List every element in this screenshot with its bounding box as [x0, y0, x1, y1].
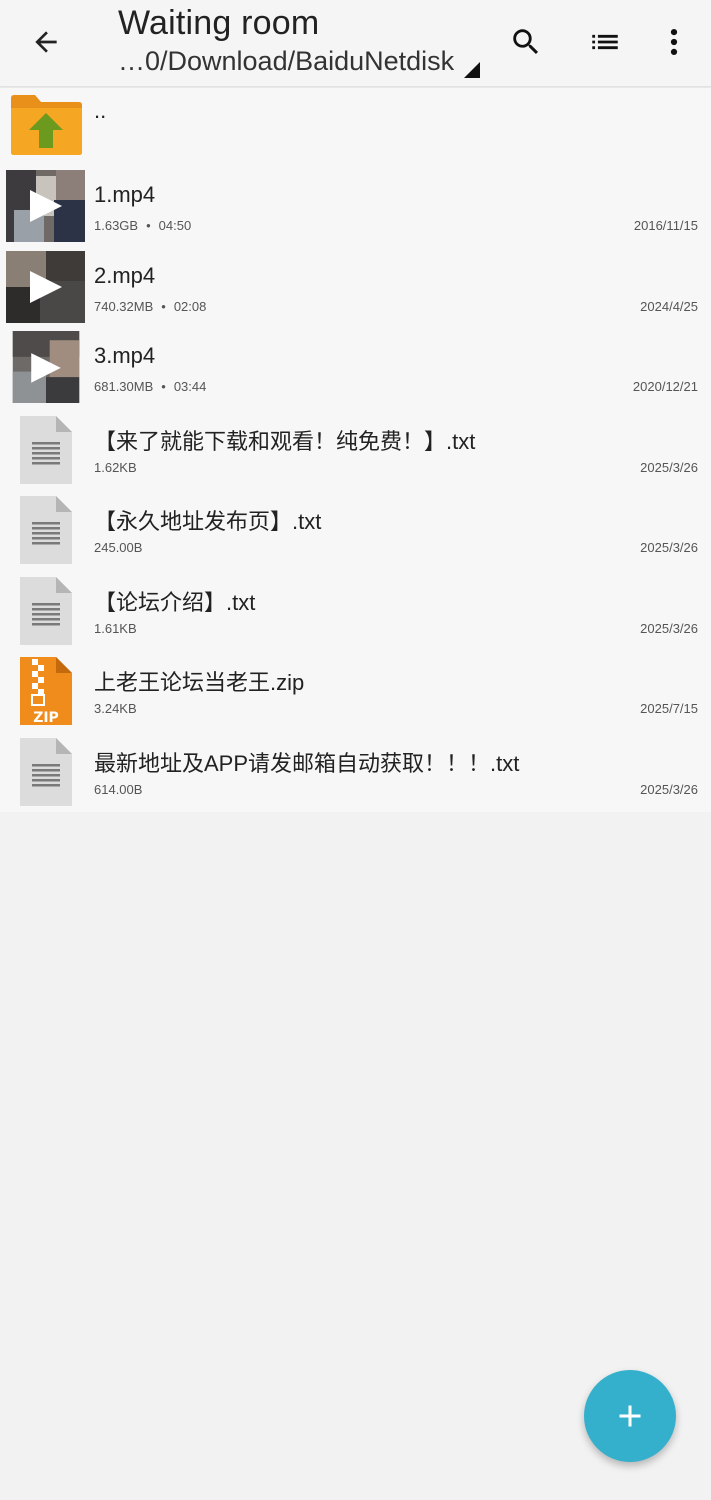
parent-directory-row[interactable]: .. [0, 88, 711, 168]
zip-file-icon: ZIP [20, 657, 72, 726]
file-list: .. 1.mp4 1.63GB • 04:50 2016/11/15 2.mp4 7… [0, 88, 711, 812]
video-duration: 04:50 [158, 218, 192, 233]
video-thumbnail [6, 170, 85, 242]
folder-up-icon [11, 95, 82, 155]
list-item[interactable]: 1.mp4 1.63GB • 04:50 2016/11/15 [0, 168, 711, 249]
file-size: 740.32MB [94, 298, 154, 314]
list-item[interactable]: 2.mp4 740.32MB • 02:08 2024/4/25 [0, 249, 711, 330]
file-size: 1.62KB [94, 459, 137, 475]
more-options-button[interactable] [648, 16, 700, 68]
file-size: 245.00B [94, 540, 143, 555]
video-duration: 03:44 [173, 379, 207, 394]
video-duration: 02:08 [173, 298, 207, 314]
search-icon [513, 29, 539, 55]
file-name: 【来了就能下载和观看！纯免费！】.txt [94, 428, 476, 454]
text-file-icon [20, 737, 72, 806]
file-size: 681.30MB [94, 379, 154, 394]
add-fab-button[interactable] [584, 1370, 676, 1462]
arrow-left-icon [35, 31, 57, 53]
video-thumbnail [12, 331, 80, 403]
text-file-icon [20, 496, 72, 564]
file-date: 2025/3/26 [640, 781, 698, 797]
list-item[interactable]: 【来了就能下载和观看！纯免费！】.txt 1.62KB 2025/3/26 [0, 410, 711, 491]
file-date: 2025/3/26 [640, 459, 698, 475]
file-name: 【论坛介绍】.txt [94, 589, 256, 615]
parent-directory-label: .. [94, 98, 107, 123]
file-size: 3.24KB [94, 701, 137, 716]
list-item[interactable]: 3.mp4 681.30MB • 03:44 2020/12/21 [0, 329, 711, 410]
file-date: 2024/4/25 [640, 298, 698, 314]
file-size: 614.00B [94, 781, 143, 797]
file-name: 上老王论坛当老王.zip [94, 670, 305, 695]
current-path[interactable]: …0/Download/BaiduNetdisk [118, 46, 454, 77]
file-size: 1.63GB [94, 218, 139, 233]
file-meta: 681.30MB • 03:44 [94, 379, 207, 394]
file-meta: 740.32MB • 02:08 [94, 298, 207, 314]
text-file-icon [20, 576, 72, 645]
page-title: Waiting room [118, 4, 320, 42]
file-name: 2.mp4 [94, 262, 156, 288]
file-meta: 1.63GB • 04:50 [94, 218, 192, 233]
file-date: 2025/3/26 [640, 620, 698, 636]
file-date: 2025/3/26 [640, 540, 698, 555]
file-name: 1.mp4 [94, 182, 156, 207]
list-item[interactable]: 【永久地址发布页】.txt 245.00B 2025/3/26 [0, 490, 711, 571]
view-mode-button[interactable] [579, 16, 631, 68]
path-dropdown-icon[interactable] [462, 60, 482, 80]
file-name: 【永久地址发布页】.txt [94, 509, 322, 534]
plus-icon [619, 1405, 641, 1427]
file-name: 3.mp4 [94, 343, 156, 368]
list-item[interactable]: ZIP 上老王论坛当老王.zip 3.24KB 2025/7/15 [0, 651, 711, 732]
search-button[interactable] [500, 16, 552, 68]
text-file-icon [20, 415, 72, 484]
more-vert-icon [670, 28, 678, 56]
video-thumbnail [6, 250, 85, 323]
list-item[interactable]: 最新地址及APP请发邮箱自动获取！！！.txt 614.00B 2025/3/2… [0, 732, 711, 813]
app-bar: Waiting room …0/Download/BaiduNetdisk [0, 0, 711, 87]
file-date: 2025/7/15 [640, 701, 698, 716]
list-item[interactable]: 【论坛介绍】.txt 1.61KB 2025/3/26 [0, 571, 711, 652]
file-name: 最新地址及APP请发邮箱自动获取！！！.txt [94, 750, 520, 776]
file-date: 2020/12/21 [632, 379, 698, 394]
file-size: 1.61KB [94, 620, 137, 636]
svg-text:ZIP: ZIP [33, 710, 59, 726]
list-view-icon [592, 34, 618, 50]
back-button[interactable] [22, 18, 70, 66]
file-date: 2016/11/15 [633, 218, 698, 233]
